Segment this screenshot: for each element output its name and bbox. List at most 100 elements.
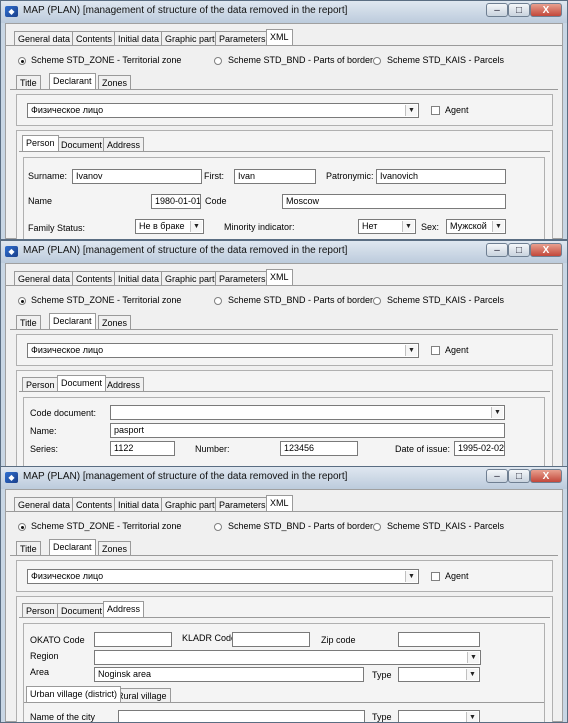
scheme-bnd-radio[interactable] xyxy=(214,523,222,531)
declarant-type-select[interactable]: Физическое лицо ▼ xyxy=(27,343,419,358)
declarant-panel: Физическое лицо ▼ Agent xyxy=(16,94,553,126)
first-label: First: xyxy=(204,171,224,181)
patronymic-field[interactable]: Ivanovich xyxy=(376,169,506,184)
series-field[interactable]: 1122 xyxy=(110,441,175,456)
maximize-button[interactable]: □ xyxy=(508,3,530,17)
maximize-button[interactable]: □ xyxy=(508,469,530,483)
declarant-type-select[interactable]: Физическое лицо ▼ xyxy=(27,103,419,118)
family-status-select[interactable]: Не в браке ▼ xyxy=(135,219,204,234)
persontab-person[interactable]: Person xyxy=(22,377,59,391)
tab-general-data[interactable]: General data xyxy=(14,31,75,45)
sex-select[interactable]: Мужской ▼ xyxy=(446,219,506,234)
tab-general-data[interactable]: General data xyxy=(14,271,75,285)
tab-contents[interactable]: Contents xyxy=(72,31,117,45)
subtab-zones[interactable]: Zones xyxy=(98,75,132,89)
subtab-declarant[interactable]: Declarant xyxy=(49,73,96,89)
birth-date-field[interactable]: 1980-01-01 xyxy=(151,194,201,209)
minority-select[interactable]: Нет ▼ xyxy=(358,219,416,234)
minority-label: Minority indicator: xyxy=(224,222,295,232)
tab-initial-data[interactable]: Initial data xyxy=(114,497,164,511)
window-document: ◆ MAP (PLAN) [management of structure of… xyxy=(0,240,568,468)
persontab-address[interactable]: Address xyxy=(103,137,145,151)
chevron-down-icon: ▼ xyxy=(492,221,504,232)
tab-parameters[interactable]: Parameters xyxy=(215,271,270,285)
subtab-title[interactable]: Title xyxy=(16,541,41,555)
tab-contents[interactable]: Contents xyxy=(72,271,117,285)
type2-select[interactable]: ▼ xyxy=(398,710,480,722)
kladr-field[interactable] xyxy=(232,632,310,647)
village-tab-urban[interactable]: Urban village (district) xyxy=(26,686,122,702)
scheme-kais-radio[interactable] xyxy=(373,297,381,305)
type-select[interactable]: ▼ xyxy=(398,667,480,682)
scheme-bnd-radio[interactable] xyxy=(214,57,222,65)
agent-checkbox[interactable] xyxy=(431,346,440,355)
subtab-separator xyxy=(10,329,558,330)
number-label: Number: xyxy=(195,444,230,454)
tab-xml[interactable]: XML xyxy=(266,29,293,45)
tab-parameters[interactable]: Parameters xyxy=(215,31,270,45)
persontab-document[interactable]: Document xyxy=(57,375,107,391)
scheme-zone-radio[interactable] xyxy=(18,57,26,65)
scheme-kais-radio[interactable] xyxy=(373,523,381,531)
tab-contents[interactable]: Contents xyxy=(72,497,117,511)
scheme-zone-radio[interactable] xyxy=(18,297,26,305)
scheme-kais-label: Scheme STD_KAIS - Parcels xyxy=(387,55,505,65)
tab-parameters[interactable]: Parameters xyxy=(215,497,270,511)
area-field[interactable]: Noginsk area xyxy=(94,667,364,682)
scheme-zone-label: Scheme STD_ZONE - Territorial zone xyxy=(31,55,182,65)
persontab-address[interactable]: Address xyxy=(103,601,145,617)
tab-general-data[interactable]: General data xyxy=(14,497,75,511)
family-status-label: Family Status: xyxy=(28,223,86,233)
tab-xml[interactable]: XML xyxy=(266,495,293,511)
declarant-type-select[interactable]: Физическое лицо ▼ xyxy=(27,569,419,584)
zip-field[interactable] xyxy=(398,632,480,647)
minimize-button[interactable]: – xyxy=(486,3,508,17)
scheme-bnd-radio[interactable] xyxy=(214,297,222,305)
persontab-document[interactable]: Document xyxy=(57,603,107,617)
doc-name-field[interactable]: pasport xyxy=(110,423,505,438)
tab-graphic-part[interactable]: Graphic part xyxy=(161,31,219,45)
agent-checkbox[interactable] xyxy=(431,106,440,115)
window-content: General data Contents Initial data Graph… xyxy=(5,23,563,239)
close-button[interactable]: X xyxy=(530,243,562,257)
close-button[interactable]: X xyxy=(530,469,562,483)
number-field[interactable]: 123456 xyxy=(280,441,358,456)
subtab-title[interactable]: Title xyxy=(16,75,41,89)
issue-date-field[interactable]: 1995-02-02 xyxy=(454,441,505,456)
tab-initial-data[interactable]: Initial data xyxy=(114,271,164,285)
first-field[interactable]: Ivan xyxy=(234,169,316,184)
subtab-declarant[interactable]: Declarant xyxy=(49,539,96,555)
surname-field[interactable]: Ivanov xyxy=(72,169,202,184)
tab-initial-data[interactable]: Initial data xyxy=(114,31,164,45)
window-title: MAP (PLAN) [management of structure of t… xyxy=(23,471,348,482)
subtab-zones[interactable]: Zones xyxy=(98,315,132,329)
region-select[interactable]: ▼ xyxy=(94,650,481,665)
scheme-kais-radio[interactable] xyxy=(373,57,381,65)
city-name-label: Name of the city xyxy=(30,712,96,722)
subtab-declarant[interactable]: Declarant xyxy=(49,313,96,329)
village-tab-rural[interactable]: Rural village xyxy=(113,688,171,702)
tab-graphic-part[interactable]: Graphic part xyxy=(161,271,219,285)
window-title: MAP (PLAN) [management of structure of t… xyxy=(23,5,348,16)
tab-graphic-part[interactable]: Graphic part xyxy=(161,497,219,511)
persontab-address[interactable]: Address xyxy=(103,377,145,391)
persontab-separator xyxy=(19,617,550,618)
subtab-title[interactable]: Title xyxy=(16,315,41,329)
agent-checkbox[interactable] xyxy=(431,572,440,581)
declarant-panel: Физическое лицо ▼ Agent xyxy=(16,560,553,592)
minimize-button[interactable]: – xyxy=(486,469,508,483)
city-name-field[interactable] xyxy=(118,710,365,722)
code-document-select[interactable]: ▼ xyxy=(110,405,505,420)
subtab-zones[interactable]: Zones xyxy=(98,541,132,555)
okato-field[interactable] xyxy=(94,632,172,647)
code-field[interactable]: Moscow xyxy=(282,194,506,209)
scheme-zone-radio[interactable] xyxy=(18,523,26,531)
agent-label: Agent xyxy=(445,105,469,115)
persontab-person[interactable]: Person xyxy=(22,603,59,617)
tab-xml[interactable]: XML xyxy=(266,269,293,285)
maximize-button[interactable]: □ xyxy=(508,243,530,257)
persontab-document[interactable]: Document xyxy=(57,137,107,151)
close-button[interactable]: X xyxy=(530,3,562,17)
persontab-person[interactable]: Person xyxy=(22,135,59,151)
minimize-button[interactable]: – xyxy=(486,243,508,257)
